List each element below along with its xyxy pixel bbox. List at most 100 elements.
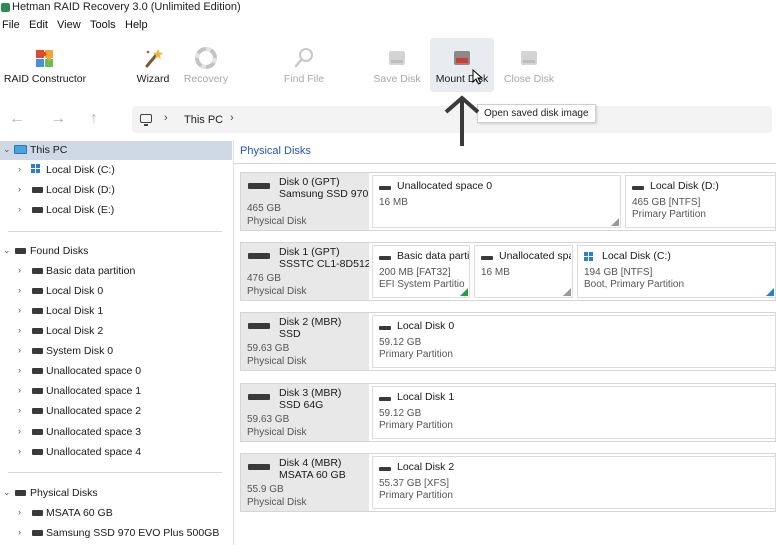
- app-icon: [1, 3, 10, 12]
- chevron-right-icon[interactable]: ›: [18, 345, 21, 355]
- tree-label: Samsung SSD 970 EVO Plus 500GB: [46, 527, 220, 539]
- partition-desc: Boot, Primary Partition: [584, 279, 685, 290]
- tree-item-found-disks[interactable]: ⌄ Found Disks: [0, 242, 232, 261]
- disk-info[interactable]: Disk 0 (GPT) Samsung SSD 970 EVO Plus 50…: [241, 173, 369, 230]
- chevron-right-icon[interactable]: ›: [18, 426, 21, 436]
- disk-type: Physical Disk: [247, 497, 307, 508]
- tree-item-this-pc[interactable]: ⌄ This PC: [0, 141, 232, 160]
- disk-info[interactable]: Disk 2 (MBR) SSD 59.63 GB Physical Disk: [241, 313, 369, 370]
- menu-bar: File Edit View Tools Help: [0, 17, 776, 35]
- tree-item-found[interactable]: › Local Disk 2: [0, 322, 232, 341]
- tree-item-found[interactable]: › System Disk 0: [0, 342, 232, 361]
- partition-desc: Primary Partition: [379, 490, 453, 501]
- tree-item-local-c[interactable]: › Local Disk (C:): [0, 161, 232, 180]
- disk-type: Physical Disk: [247, 427, 307, 438]
- drive-icon: [32, 308, 43, 314]
- tree-item-found[interactable]: › Unallocated space 3: [0, 423, 232, 442]
- menu-edit[interactable]: Edit: [29, 19, 48, 31]
- drive-icon: [32, 207, 43, 213]
- partition-tile[interactable]: Local Disk (C:) 194 GB [NTFS] Boot, Prim…: [577, 245, 776, 298]
- partition-name: Unallocated space 0: [397, 180, 493, 192]
- disk-row[interactable]: Disk 1 (GPT) SSSTC CL1-8D512-HP 476 GB P…: [240, 242, 776, 301]
- disk-row[interactable]: Disk 4 (MBR) MSATA 60 GB 55.9 GB Physica…: [240, 453, 776, 512]
- tree-item-local-e[interactable]: › Local Disk (E:): [0, 201, 232, 220]
- partition-tile[interactable]: Unallocated space 0 16 MB: [372, 175, 621, 228]
- tree-label: Local Disk 1: [46, 305, 104, 317]
- wizard-button[interactable]: Wizard: [130, 38, 176, 92]
- raid-constructor-button[interactable]: RAID Constructor: [2, 38, 88, 92]
- disk-info[interactable]: Disk 4 (MBR) MSATA 60 GB 55.9 GB Physica…: [241, 454, 369, 511]
- windows-icon: [584, 252, 594, 262]
- partition-tile[interactable]: Local Disk 2 55.37 GB [XFS] Primary Part…: [372, 456, 776, 509]
- chevron-right-icon[interactable]: ›: [18, 184, 21, 194]
- forward-arrow-icon[interactable]: →: [50, 110, 66, 128]
- tree-item-found[interactable]: › Unallocated space 1: [0, 382, 232, 401]
- partition-tile[interactable]: Local Disk (D:) 465 GB [NTFS] Primary Pa…: [625, 175, 776, 228]
- chevron-right-icon[interactable]: ›: [18, 446, 21, 456]
- disk-row[interactable]: Disk 3 (MBR) SSD 64G 59.63 GB Physical D…: [240, 383, 776, 442]
- disk-row[interactable]: Disk 0 (GPT) Samsung SSD 970 EVO Plus 50…: [240, 172, 776, 231]
- chevron-right-icon[interactable]: ›: [18, 305, 21, 315]
- disk-model: SSD: [279, 328, 301, 340]
- disk-name: Disk 3 (MBR): [279, 387, 342, 399]
- disk-info[interactable]: Disk 3 (MBR) SSD 64G 59.63 GB Physical D…: [241, 384, 369, 441]
- chevron-down-icon[interactable]: ⌄: [3, 144, 11, 155]
- partition-tile[interactable]: Basic data partition 200 MB [FAT32] EFI …: [372, 245, 470, 298]
- disk-info[interactable]: Disk 1 (GPT) SSSTC CL1-8D512-HP 476 GB P…: [241, 243, 369, 300]
- chevron-right-icon[interactable]: ›: [18, 527, 21, 537]
- tree-label: This PC: [30, 144, 68, 156]
- menu-file[interactable]: File: [2, 19, 20, 31]
- partition-desc: Primary Partition: [379, 349, 453, 360]
- save-disk-button[interactable]: Save Disk: [372, 38, 422, 92]
- drive-icon: [15, 490, 26, 496]
- breadcrumb-this-pc[interactable]: This PC: [184, 114, 223, 126]
- chevron-right-icon[interactable]: ›: [18, 385, 21, 395]
- tree-label: Unallocated space 3: [46, 426, 142, 438]
- content-area: Physical Disks Disk 0 (GPT) Samsung SSD …: [234, 140, 776, 545]
- close-disk-button[interactable]: Close Disk: [502, 38, 556, 92]
- menu-help[interactable]: Help: [125, 19, 148, 31]
- tree-item-found[interactable]: › Local Disk 1: [0, 302, 232, 321]
- chevron-right-icon[interactable]: ›: [18, 365, 21, 375]
- drive-icon: [32, 408, 43, 414]
- recovery-button[interactable]: Recovery: [182, 38, 230, 92]
- chevron-right-icon[interactable]: ›: [18, 325, 21, 335]
- tree-divider: [8, 231, 222, 232]
- tree-item-found[interactable]: › Basic data partition: [0, 262, 232, 281]
- find-file-button[interactable]: Find File: [280, 38, 328, 92]
- chevron-right-icon[interactable]: ›: [18, 507, 21, 517]
- tree-item-local-d[interactable]: › Local Disk (D:): [0, 181, 232, 200]
- partition-tile[interactable]: Unallocated space 16 MB: [474, 245, 573, 298]
- partition-tile[interactable]: Local Disk 0 59.12 GB Primary Partition: [372, 315, 776, 368]
- partition-tile[interactable]: Local Disk 1 59.12 GB Primary Partition: [372, 386, 776, 439]
- back-arrow-icon[interactable]: ←: [9, 110, 25, 128]
- menu-tools[interactable]: Tools: [90, 19, 116, 31]
- status-corner-icon: [460, 288, 468, 296]
- disk-type: Physical Disk: [247, 356, 307, 367]
- menu-view[interactable]: View: [57, 19, 81, 31]
- breadcrumb-chevron[interactable]: ›: [230, 112, 234, 124]
- tree-item-found[interactable]: › Unallocated space 0: [0, 362, 232, 381]
- tree-item-found[interactable]: › Local Disk 0: [0, 282, 232, 301]
- chevron-right-icon[interactable]: ›: [18, 164, 21, 174]
- up-arrow-icon[interactable]: ↑: [90, 110, 98, 128]
- chevron-right-icon[interactable]: ›: [18, 265, 21, 275]
- tree-item-physical[interactable]: › MSATA 60 GB: [0, 504, 232, 523]
- tree-item-physical-disks[interactable]: ⌄ Physical Disks: [0, 484, 232, 503]
- breadcrumb-separator: ›: [164, 112, 168, 124]
- mount-disk-button[interactable]: Mount Disk: [430, 38, 494, 92]
- disk-type: Physical Disk: [247, 216, 307, 227]
- partition-name: Local Disk (D:): [650, 180, 719, 192]
- disk-row[interactable]: Disk 2 (MBR) SSD 59.63 GB Physical Disk …: [240, 312, 776, 371]
- chevron-right-icon[interactable]: ›: [18, 285, 21, 295]
- chevron-down-icon[interactable]: ⌄: [3, 487, 11, 498]
- chevron-right-icon[interactable]: ›: [18, 405, 21, 415]
- drive-icon: [15, 248, 26, 254]
- partition-icon: [379, 467, 391, 471]
- chevron-down-icon[interactable]: ⌄: [3, 245, 11, 256]
- chevron-right-icon[interactable]: ›: [18, 204, 21, 214]
- tree-item-found[interactable]: › Unallocated space 2: [0, 402, 232, 421]
- close-disk-label: Close Disk: [503, 73, 555, 85]
- tree-item-found[interactable]: › Unallocated space 4: [0, 443, 232, 462]
- tree-item-physical[interactable]: › Samsung SSD 970 EVO Plus 500GB: [0, 524, 232, 543]
